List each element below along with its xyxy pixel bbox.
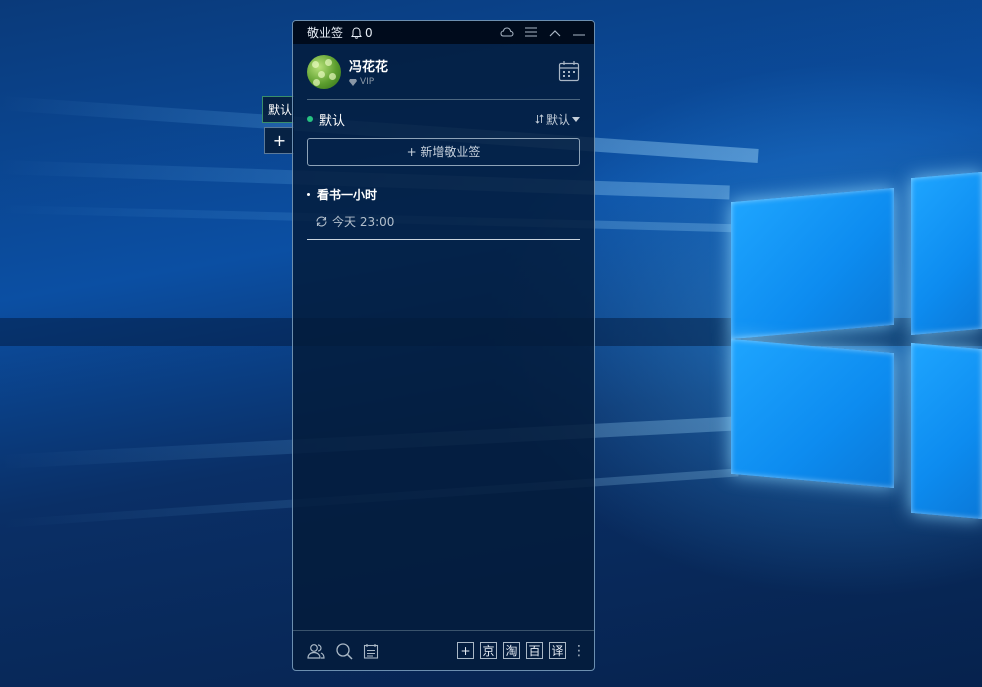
notification-button[interactable]: 0 bbox=[351, 26, 373, 40]
task-title: 看书一小时 bbox=[317, 188, 378, 202]
group-name: 默认 bbox=[319, 113, 346, 129]
app-title: 敬业签 bbox=[307, 26, 344, 40]
menu-icon[interactable] bbox=[524, 26, 538, 40]
collapse-icon[interactable] bbox=[548, 26, 562, 40]
taobao-shortcut-button[interactable]: 淘 bbox=[503, 642, 520, 659]
more-options-icon[interactable]: ⋮ bbox=[572, 644, 586, 658]
side-tab-default[interactable]: 默认 bbox=[262, 96, 294, 123]
task-divider bbox=[307, 239, 580, 240]
bullet bbox=[307, 193, 310, 196]
sticky-notes-panel: 敬业签 0 冯花花 VIP 默认 默认 + 新增敬业签 看书一小时 今天 23:… bbox=[292, 20, 595, 671]
side-add-group-button[interactable]: + bbox=[264, 127, 294, 154]
translate-shortcut-button[interactable]: 译 bbox=[549, 642, 566, 659]
search-icon[interactable] bbox=[335, 642, 353, 660]
avatar[interactable] bbox=[307, 54, 341, 89]
cloud-sync-icon[interactable] bbox=[500, 26, 514, 40]
group-status-dot bbox=[307, 116, 313, 122]
title-bar: 敬业签 0 bbox=[293, 21, 594, 44]
add-note-button[interactable]: + 新增敬业签 bbox=[307, 138, 580, 166]
contacts-icon[interactable] bbox=[307, 642, 325, 660]
user-profile: 冯花花 VIP bbox=[293, 44, 594, 99]
jd-shortcut-button[interactable]: 京 bbox=[480, 642, 497, 659]
minimize-icon[interactable] bbox=[572, 26, 586, 40]
sort-icon bbox=[535, 114, 544, 124]
vip-badge: VIP bbox=[349, 77, 388, 87]
diamond-icon bbox=[349, 78, 357, 86]
baidu-shortcut-button[interactable]: 百 bbox=[526, 642, 543, 659]
user-name: 冯花花 bbox=[349, 60, 389, 75]
calendar-icon[interactable] bbox=[558, 60, 580, 82]
group-header: 默认 默认 bbox=[293, 100, 594, 138]
notification-count: 0 bbox=[365, 25, 373, 40]
bell-icon bbox=[351, 26, 362, 39]
calendar-list-icon[interactable] bbox=[363, 643, 379, 659]
add-shortcut-button[interactable]: + bbox=[457, 642, 474, 659]
footer-toolbar: + 京 淘 百 译 ⋮ bbox=[293, 630, 594, 670]
sort-dropdown[interactable]: 默认 bbox=[535, 111, 580, 128]
list-item[interactable]: 看书一小时 今天 23:00 bbox=[293, 166, 594, 240]
caret-down-icon bbox=[572, 116, 580, 122]
repeat-icon bbox=[316, 216, 327, 227]
task-time: 今天 23:00 bbox=[332, 215, 395, 229]
